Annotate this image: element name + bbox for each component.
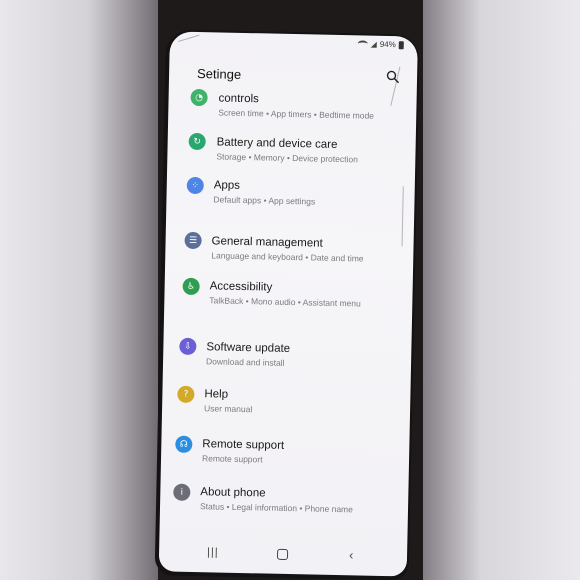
settings-item-title: Apps	[213, 179, 241, 192]
settings-item-title: Help	[204, 388, 229, 401]
settings-item-title: controls	[218, 92, 259, 106]
screen-crack	[178, 34, 200, 42]
settings-item-battery[interactable]: ↻ Battery and device care Storage • Memo…	[167, 130, 416, 175]
settings-item-remote-support[interactable]: ☊ Remote support Remote support	[161, 433, 410, 478]
apps-icon: ⁘	[186, 176, 204, 195]
settings-item-subtitle: TalkBack • Mono audio • Assistant menu	[209, 295, 361, 309]
battery-icon	[398, 40, 404, 49]
blurred-background-left	[0, 0, 160, 580]
settings-item-subtitle: Storage • Memory • Device protection	[216, 151, 358, 165]
remote-support-icon: ☊	[175, 435, 193, 453]
settings-item-title: Accessibility	[209, 280, 273, 294]
wifi-icon	[357, 40, 368, 48]
settings-item-subtitle: Remote support	[201, 453, 263, 465]
settings-item-title: Software update	[206, 341, 291, 356]
settings-item-title: General management	[211, 235, 323, 250]
settings-item-subtitle: Screen time • App timers • Bedtime mode	[218, 107, 375, 121]
device-care-icon: ↻	[188, 132, 206, 151]
page-title: Setinge	[196, 66, 242, 82]
phone-screen: 94% Setinge ◔ controls Screen time • App…	[158, 31, 418, 577]
settings-item-subtitle: Default apps • App settings	[213, 194, 316, 207]
settings-list: ◔ controls Screen time • App timers • Be…	[169, 86, 417, 514]
status-bar: 94%	[357, 39, 404, 50]
recents-icon[interactable]: |||	[207, 546, 219, 558]
help-icon: ?	[177, 385, 195, 404]
settings-item-subtitle: Language and keyboard • Date and time	[211, 250, 364, 264]
settings-item-accessibility[interactable]: ♿ Accessibility TalkBack • Mono audio • …	[164, 275, 413, 320]
settings-item-subtitle: Status • Legal information • Phone name	[199, 501, 354, 515]
settings-item-general-management[interactable]: ☰ General management Language and keyboa…	[165, 229, 414, 274]
home-icon[interactable]	[276, 548, 289, 561]
settings-item-about-phone[interactable]: i About phone Status • Legal information…	[160, 481, 409, 526]
accessibility-icon: ♿	[182, 277, 200, 296]
settings-item-title: Battery and device care	[216, 136, 338, 151]
battery-percent: 94%	[379, 39, 396, 50]
back-icon[interactable]: ‹	[349, 547, 354, 562]
blurred-background-right	[415, 0, 580, 580]
settings-item-title: About phone	[200, 486, 266, 500]
settings-item-subtitle: User manual	[203, 403, 253, 415]
phone-body: 94% Setinge ◔ controls Screen time • App…	[154, 29, 420, 580]
digital-wellbeing-icon: ◔	[190, 88, 208, 107]
signal-icon	[370, 41, 377, 48]
settings-item-subtitle: Download and install	[205, 356, 285, 368]
settings-item-software-update[interactable]: ⇩ Software update Download and install	[163, 335, 412, 380]
about-phone-icon: i	[173, 483, 191, 501]
software-update-icon: ⇩	[179, 337, 197, 356]
settings-item-digital-wellbeing[interactable]: ◔ controls Screen time • App timers • Be…	[168, 86, 417, 131]
general-management-icon: ☰	[184, 231, 202, 250]
navigation-bar: ||| ‹	[159, 541, 407, 568]
settings-item-help[interactable]: ? Help User manual	[162, 383, 411, 428]
settings-item-apps[interactable]: ⁘ Apps Default apps • App settings	[166, 174, 415, 219]
settings-item-title: Remote support	[202, 438, 285, 452]
